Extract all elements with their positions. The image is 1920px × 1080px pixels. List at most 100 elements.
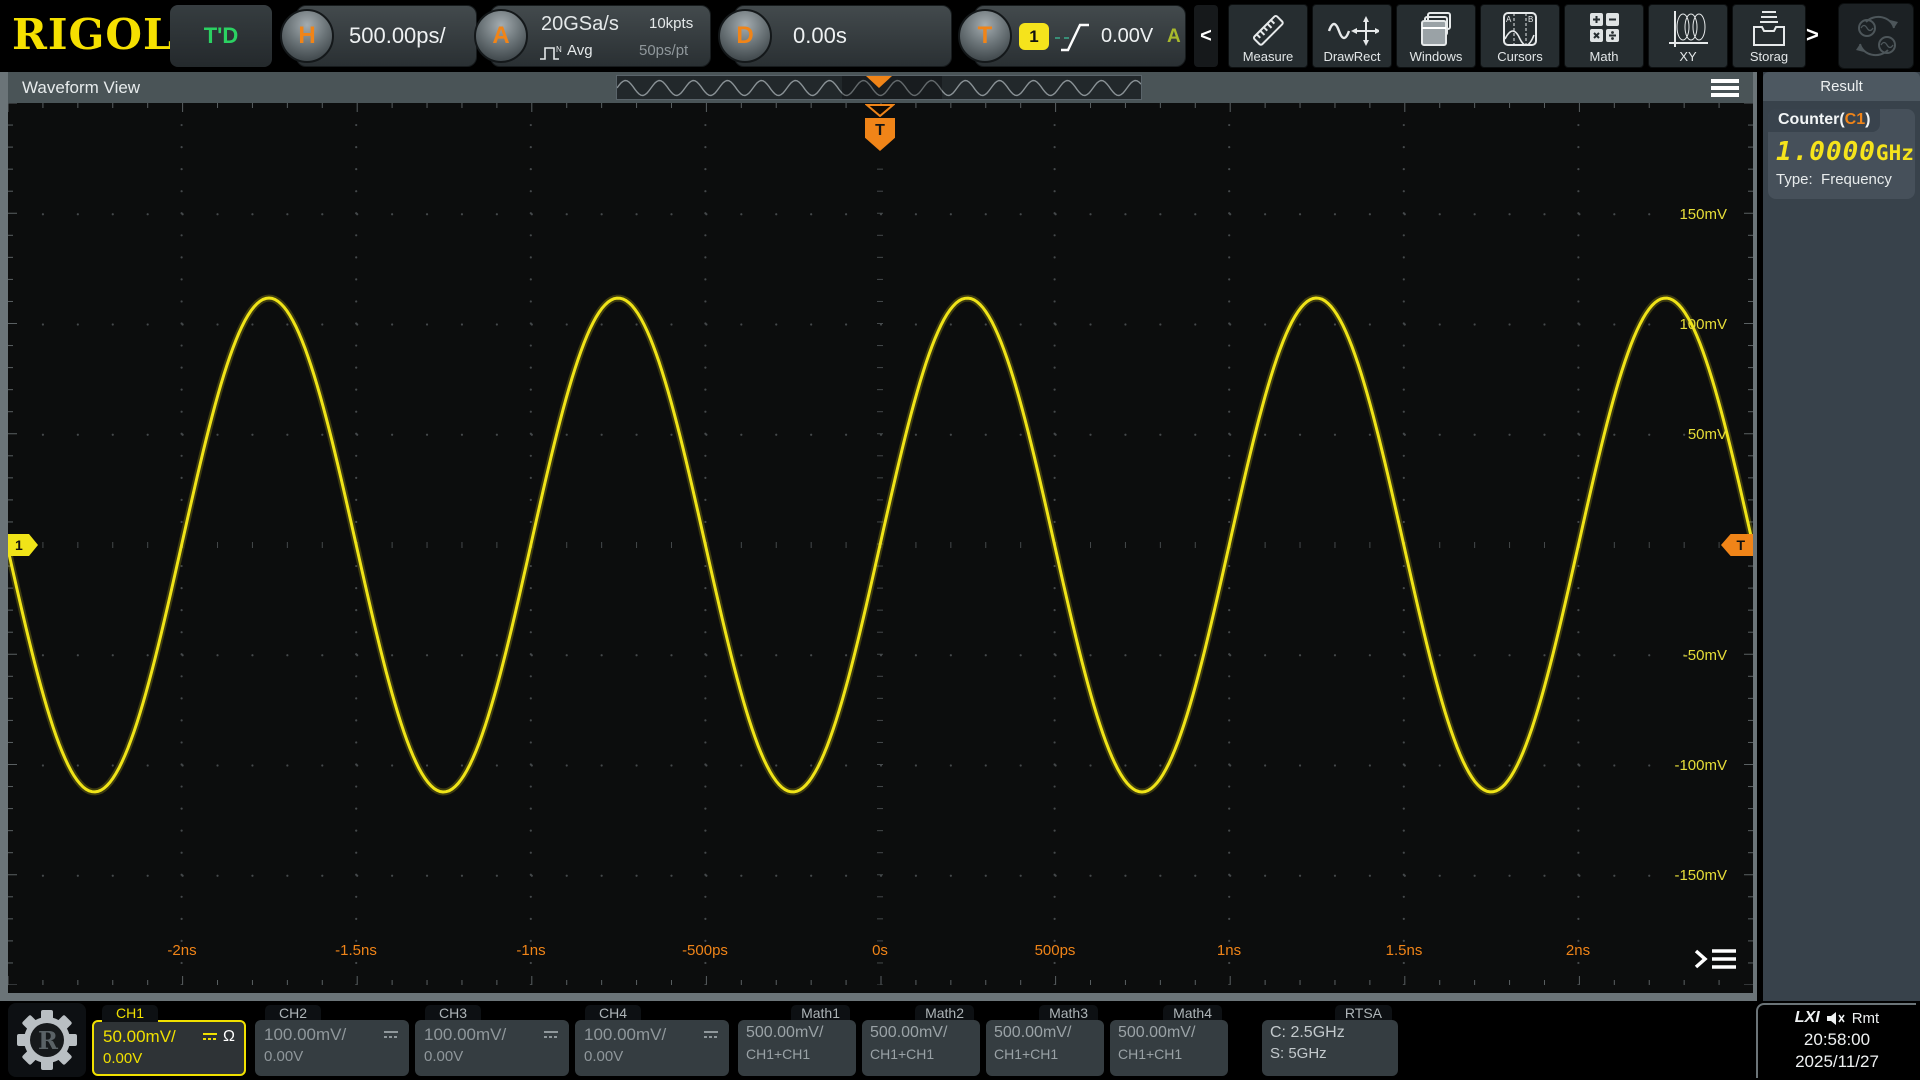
channel4-box[interactable]: CH4 100.00mV/ 0.00V — [575, 1005, 729, 1076]
math2-expr: CH1+CH1 — [870, 1046, 935, 1062]
drawrect-icon — [1327, 16, 1379, 46]
delay-knob[interactable]: D — [718, 9, 772, 63]
svg-text:R: R — [38, 1026, 59, 1055]
channel2-box[interactable]: CH2 100.00mV/ 0.00V — [255, 1005, 409, 1076]
rtsa-center-freq: C: 2.5GHz — [1270, 1024, 1345, 1041]
ch4-scale: 100.00mV/ — [584, 1025, 667, 1044]
expand-results-icon[interactable] — [1692, 946, 1742, 974]
horizontal-scale-value: 500.00ps/ — [349, 23, 446, 48]
waveform-overview-strip[interactable] — [616, 75, 1142, 100]
ch1-offset: 0.00V — [103, 1050, 143, 1067]
sync-button[interactable] — [1838, 3, 1914, 69]
memory-depth: 10kpts — [649, 15, 694, 32]
trigger-position-outline-icon — [865, 104, 895, 117]
bottom-bar: R CH1 50.00mV/ Ω 0.00V CH2 100.00mV/ 0.0… — [0, 1001, 1920, 1080]
trigger-status-badge: T'D — [170, 5, 272, 67]
avg-mode-icon: N — [540, 45, 562, 60]
rigol-logo: RIGOL — [12, 10, 174, 59]
measure-button[interactable]: Measure — [1228, 4, 1308, 68]
counter-source: C1 — [1844, 111, 1866, 128]
svg-text:N: N — [556, 45, 562, 54]
toolbar-scroll-right-arrow[interactable]: > — [1806, 22, 1819, 48]
channel1-tab: CH1 — [102, 1005, 159, 1022]
rtsa-box[interactable]: RTSA C: 2.5GHz S: 5GHz — [1262, 1005, 1398, 1076]
gear-icon: R — [17, 1010, 77, 1070]
waveform-view-title: Waveform View — [22, 78, 141, 97]
t-label: 2ns — [1565, 942, 1591, 959]
overview-window[interactable] — [842, 76, 942, 99]
counter-type: Type: Frequency — [1776, 171, 1892, 188]
utility-menu-button[interactable]: R — [8, 1003, 86, 1077]
cursors-button[interactable]: A B Cursors — [1480, 4, 1560, 68]
xy-button[interactable]: XY — [1648, 4, 1728, 68]
math3-expr: CH1+CH1 — [994, 1046, 1059, 1062]
svg-text:A: A — [1506, 15, 1512, 24]
status-box[interactable]: LXI Rmt 20:58:00 2025/11/27 — [1756, 1003, 1916, 1078]
sync-refresh-icon — [1856, 15, 1898, 57]
measure-icon — [1252, 14, 1284, 46]
counter-value: 1.0000GHz — [1776, 137, 1914, 167]
result-panel: Result Counter(C1) 1.0000GHz Type: Frequ… — [1763, 72, 1920, 1001]
trigger-level: 0.00V — [1101, 25, 1154, 47]
v-label: 100mV — [1679, 316, 1727, 333]
menu-icon[interactable] — [1711, 79, 1739, 97]
clock-time: 20:58:00 — [1803, 1030, 1871, 1049]
v-label: -150mV — [1674, 867, 1727, 884]
ch4-offset: 0.00V — [584, 1048, 624, 1065]
t-label: 0s — [872, 942, 888, 959]
storage-button[interactable]: Storag — [1732, 4, 1806, 68]
waveform-view-title-bar: Waveform View — [8, 72, 1753, 103]
v-label: -100mV — [1674, 757, 1727, 774]
trigger-position-marker[interactable]: T — [865, 104, 895, 152]
trigger-slope-icon — [1055, 23, 1089, 52]
horizontal-knob[interactable]: H — [280, 9, 334, 63]
top-bar: RIGOL T'D 500.00ps/ H 20GSa/s 10kpts N A… — [0, 0, 1920, 72]
math-button[interactable]: Math — [1564, 4, 1644, 68]
math4-box[interactable]: Math4 500.00mV/ CH1+CH1 — [1110, 1005, 1228, 1076]
acquire-knob[interactable]: A — [474, 9, 528, 63]
t-label: -2ns — [167, 942, 197, 959]
v-label: 50mV — [1687, 426, 1727, 443]
trigger-source-badge: 1 — [1019, 23, 1049, 50]
acquire-mode: Avg — [567, 42, 593, 59]
ch1-scale: 50.00mV/ — [103, 1027, 176, 1046]
dc-coupling-icon — [203, 1033, 218, 1040]
ch3-scale: 100.00mV/ — [424, 1025, 507, 1044]
ch2-offset: 0.00V — [264, 1048, 304, 1065]
rtsa-span: S: 5GHz — [1270, 1045, 1327, 1062]
drawrect-button[interactable]: DrawRect — [1312, 4, 1392, 68]
toolbar-collapse-button[interactable]: < — [1194, 5, 1218, 67]
t-label: -500ps — [682, 942, 728, 959]
t-label: 1.5ns — [1385, 942, 1423, 959]
math1-scale: 500.00mV/ — [746, 1024, 824, 1041]
math2-scale: 500.00mV/ — [870, 1024, 948, 1041]
math4-scale: 500.00mV/ — [1118, 1024, 1196, 1041]
math2-box[interactable]: Math2 500.00mV/ CH1+CH1 — [862, 1005, 980, 1076]
t-label: 1ns — [1216, 942, 1242, 959]
counter-result-card[interactable]: Counter(C1) 1.0000GHz Type: Frequency — [1768, 109, 1915, 199]
graticule[interactable]: T 1 T 150mV 100mV 50mV -50mV -100mV -150… — [8, 103, 1753, 985]
waveform-view-panel: Waveform View T 1 T 150mV 100mV 50mV -50… — [0, 72, 1757, 1001]
storage-icon — [1753, 11, 1785, 46]
sample-rate: 20GSa/s — [541, 13, 619, 35]
math3-scale: 500.00mV/ — [994, 1024, 1072, 1041]
trigger-sweep-mode: A — [1167, 26, 1181, 47]
math-icon — [1590, 13, 1619, 42]
math1-box[interactable]: Math1 500.00mV/ CH1+CH1 — [738, 1005, 856, 1076]
waveform-plot — [8, 103, 1753, 985]
svg-text:B: B — [1528, 15, 1533, 24]
ch1-impedance: Ω — [223, 1028, 235, 1045]
dc-coupling-icon — [384, 1031, 398, 1038]
math3-box[interactable]: Math3 500.00mV/ CH1+CH1 — [986, 1005, 1104, 1076]
xy-icon — [1669, 11, 1708, 47]
remote-badge: Rmt — [1851, 1009, 1880, 1027]
v-label: -50mV — [1682, 647, 1727, 664]
channel3-box[interactable]: CH3 100.00mV/ 0.00V — [415, 1005, 569, 1076]
trigger-position-flag: T — [865, 118, 895, 151]
ch2-scale: 100.00mV/ — [264, 1025, 347, 1044]
trigger-knob[interactable]: T — [958, 9, 1012, 63]
resolution: 50ps/pt — [639, 42, 689, 59]
channel1-box[interactable]: CH1 50.00mV/ Ω 0.00V — [92, 1005, 246, 1076]
counter-unit: GHz — [1875, 141, 1914, 165]
windows-button[interactable]: Windows — [1396, 4, 1476, 68]
